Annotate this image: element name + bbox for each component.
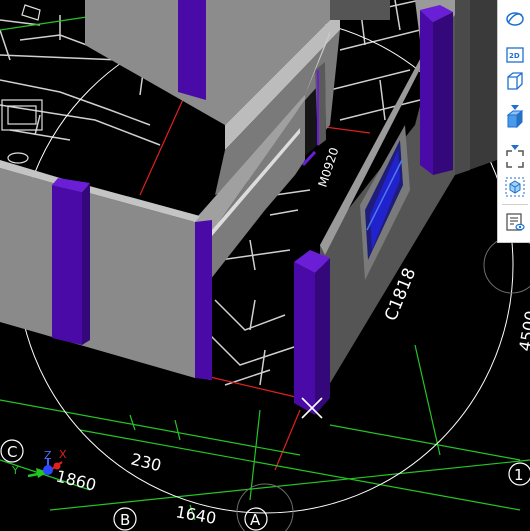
wall-back-upper (85, 0, 390, 195)
svg-text:C: C (7, 443, 17, 461)
wireframe-view-button[interactable] (504, 70, 526, 92)
axis-bubble-1: 1 (508, 462, 530, 486)
column-left (52, 178, 90, 345)
properties-view-button[interactable] (504, 211, 526, 233)
model-scene[interactable]: M0920 C1818 230 1860 1640 4500 C B A 1 X… (0, 0, 530, 531)
shaded-view-dropdown[interactable] (511, 136, 519, 150)
column-top-right (420, 5, 453, 175)
dimension-label-1640: 1640 (174, 502, 217, 528)
gizmo-y-label: Y (11, 464, 19, 477)
isolate-cube-icon (505, 177, 525, 197)
axis-bubble-c: C (0, 439, 24, 463)
viewport-3d[interactable]: M0920 C1818 230 1860 1640 4500 C B A 1 X… (0, 0, 530, 531)
dimension-label-1860: 1860 (54, 466, 98, 494)
view-toolbar: 2D (497, 0, 530, 243)
snap-circle-bottom (236, 483, 294, 531)
axis-bubble-b: B (113, 507, 137, 531)
orbit-button[interactable] (504, 8, 526, 30)
isolate-view-button[interactable] (504, 176, 526, 198)
column-top-left (178, 0, 206, 100)
column-front (294, 250, 330, 415)
axis-bubble-a: A (244, 507, 268, 531)
gizmo-z-label: Z (44, 449, 52, 462)
svg-text:B: B (120, 511, 130, 529)
wireframe-cube-icon (507, 72, 523, 90)
wall-right (320, 0, 497, 400)
door-tag: M0920 (316, 146, 342, 189)
toolbar-divider (502, 204, 528, 205)
view-2d-icon: 2D (506, 47, 524, 63)
snap-circle-right (483, 236, 530, 294)
wall-left-front (0, 160, 212, 380)
fullscreen-button[interactable] (504, 148, 526, 170)
orbit-icon (506, 12, 524, 26)
dimension-label-4500: 4500 (515, 309, 530, 352)
fullscreen-icon (506, 150, 524, 168)
svg-text:2D: 2D (509, 52, 520, 60)
svg-text:1: 1 (514, 466, 524, 484)
shaded-view-button[interactable] (504, 108, 526, 130)
wireframe-view-dropdown[interactable] (511, 96, 519, 110)
dimension-label-230: 230 (129, 449, 163, 475)
properties-view-icon (506, 213, 525, 231)
gizmo-x-label: X (59, 448, 67, 461)
svg-text:A: A (250, 511, 261, 529)
shaded-cube-icon (506, 109, 524, 129)
view-2d-button[interactable]: 2D (504, 44, 526, 66)
